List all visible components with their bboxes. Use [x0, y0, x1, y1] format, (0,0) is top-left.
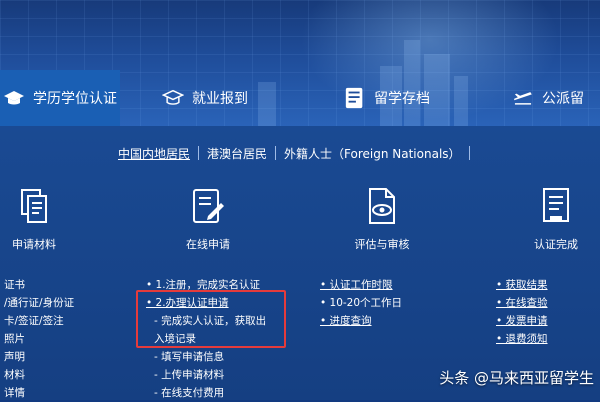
- list-item: /通行证/身份证: [4, 297, 75, 309]
- step-label: 申请材料: [12, 238, 56, 251]
- step-application-materials: 申请材料: [0, 186, 74, 252]
- list-item: 材料: [4, 369, 25, 381]
- list-item: 照片: [4, 333, 25, 345]
- list-item: 卡/签证/签注: [4, 315, 64, 327]
- nav-item-degree-certification[interactable]: 学历学位认证: [0, 70, 120, 126]
- link-work-time-limit[interactable]: • 认证工作时限: [320, 276, 402, 294]
- resident-type-tabs: 中国内地居民 港澳台居民 外籍人士（Foreign Nationals）: [118, 144, 478, 162]
- nav-item-label: 公派留: [542, 91, 584, 107]
- step-online-application: 在线申请: [168, 186, 248, 252]
- graduation-cap-icon: [3, 87, 25, 109]
- nav-item-study-archive[interactable]: 留学存档: [344, 70, 430, 126]
- materials-list: 证书 /通行证/身份证 卡/签证/签注 照片 声明 材料 详情: [4, 276, 74, 402]
- nav-item-label: 学历学位认证: [33, 91, 117, 107]
- list-item: 详情: [4, 387, 25, 399]
- tab-hk-macau-taiwan[interactable]: 港澳台居民: [207, 145, 267, 162]
- watermark: 头条 @马来西亚留学生: [439, 369, 594, 387]
- list-item: 声明: [4, 351, 25, 363]
- list-item: 证书: [4, 279, 25, 291]
- step-label: 在线申请: [186, 238, 230, 251]
- list-item: - 上传申请材料: [154, 369, 225, 381]
- tab-foreign-nationals[interactable]: 外籍人士（Foreign Nationals）: [284, 145, 461, 162]
- nav-item-label: 留学存档: [374, 91, 430, 107]
- nav-item-public-study[interactable]: 公派留: [512, 70, 584, 126]
- highlight-box: [136, 290, 286, 348]
- main-nav: 学历学位认证 就业报到 留学存档 公派留: [0, 70, 600, 126]
- link-refund-notice[interactable]: • 退费须知: [496, 330, 548, 348]
- airplane-icon: [512, 87, 534, 109]
- step-label: 评估与审核: [354, 238, 410, 251]
- form-edit-icon: [188, 186, 228, 226]
- file-archive-icon: [344, 87, 366, 109]
- link-online-verify[interactable]: • 在线查验: [496, 294, 548, 312]
- link-progress-query[interactable]: • 进度查询: [320, 312, 402, 330]
- tab-divider: [198, 146, 200, 160]
- hero-banner: 学历学位认证 就业报到 留学存档 公派留: [0, 0, 600, 126]
- link-get-result[interactable]: • 获取结果: [496, 276, 548, 294]
- tab-mainland-residents[interactable]: 中国内地居民: [118, 145, 190, 162]
- list-item: • 10-20个工作日: [320, 297, 403, 309]
- step-label: 认证完成: [534, 238, 578, 251]
- tab-divider: [468, 146, 470, 160]
- list-item: - 填写申请信息: [154, 351, 225, 363]
- nav-item-label: 就业报到: [192, 91, 248, 107]
- completion-list: • 获取结果 • 在线查验 • 发票申请 • 退费须知: [496, 276, 548, 348]
- step-evaluation-review: 评估与审核: [342, 186, 422, 252]
- link-invoice-apply[interactable]: • 发票申请: [496, 312, 548, 330]
- step-certification-complete: 认证完成: [516, 186, 596, 252]
- nav-item-employment-report[interactable]: 就业报到: [162, 70, 248, 126]
- file-view-icon: [362, 186, 402, 226]
- list-item: - 在线支付费用: [154, 387, 225, 399]
- main-content: [0, 126, 600, 400]
- documents-icon: [14, 186, 54, 226]
- review-list: • 认证工作时限 • 10-20个工作日 • 进度查询: [320, 276, 402, 330]
- tab-divider: [275, 146, 277, 160]
- certificate-doc-icon: [536, 186, 576, 226]
- mortarboard-icon: [162, 87, 184, 109]
